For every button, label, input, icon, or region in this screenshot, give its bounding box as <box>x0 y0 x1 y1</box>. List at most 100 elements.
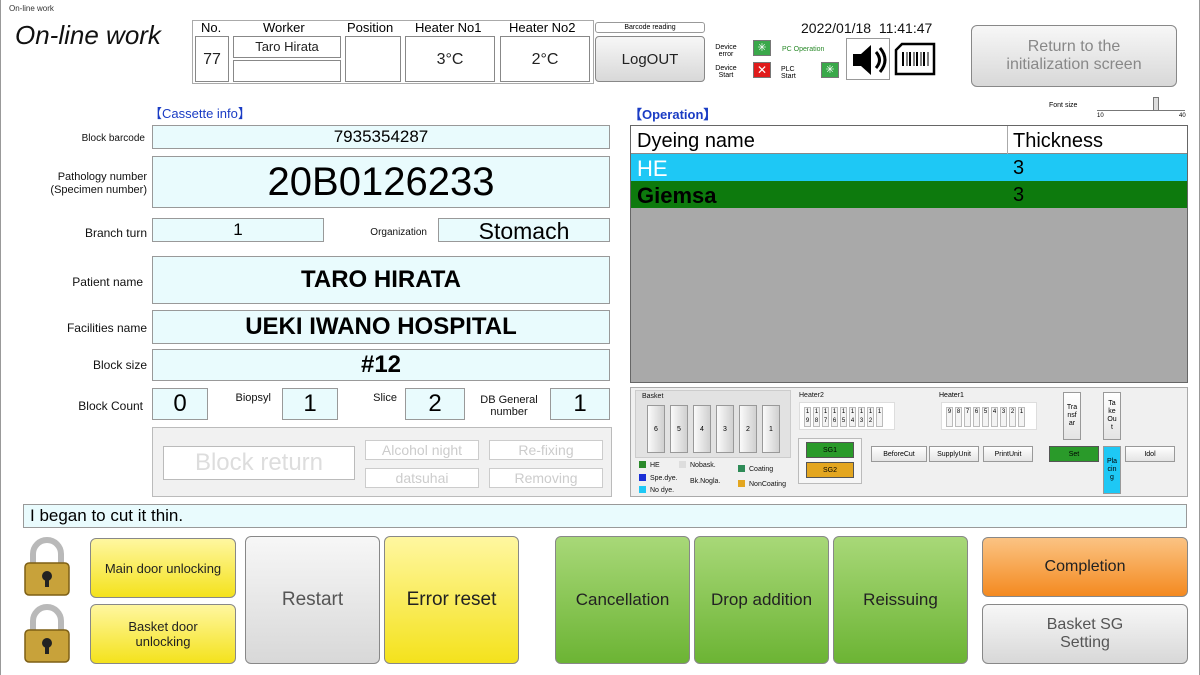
transfer-button[interactable]: Tra nsf ar <box>1063 392 1081 440</box>
heater-slot: 1 <box>1018 407 1025 427</box>
legend-spedye-swatch <box>639 474 646 481</box>
heater-slot: 1 6 <box>831 407 838 427</box>
operation-title: 【Operation】 <box>629 107 717 122</box>
window-title: On-line work <box>9 4 54 13</box>
pathology-label: Pathology number (Specimen number) <box>50 171 147 196</box>
legend-spedye: Spe.dye. <box>650 475 678 482</box>
datetime: 2022/01/18 11:41:47 <box>801 20 933 36</box>
basket-slot: 6 <box>647 405 665 453</box>
barcode-card-icon[interactable] <box>893 38 937 80</box>
facilities-name-field: UEKI IWANO HOSPITAL <box>152 310 610 344</box>
heater2-label: Heater No2 <box>509 20 576 35</box>
heater-slot: 3 <box>1000 407 1007 427</box>
legend-nodye: No dye. <box>650 487 675 494</box>
supply-unit-button[interactable]: SupplyUnit <box>929 446 979 462</box>
heater-slot: 1 <box>876 407 883 427</box>
heater1-area-label: Heater1 <box>939 392 964 399</box>
main-door-unlock-button[interactable]: Main door unlocking <box>90 538 236 598</box>
reissuing-button[interactable]: Reissuing <box>833 536 968 664</box>
legend-nobask: Nobask. <box>690 462 716 469</box>
basket-slot: 4 <box>693 405 711 453</box>
no-value: 77 <box>195 36 229 82</box>
error-reset-button[interactable]: Error reset <box>384 536 519 664</box>
speaker-icon[interactable] <box>846 38 890 80</box>
heater-slot: 1 9 <box>804 407 811 427</box>
heater-slot: 1 5 <box>840 407 847 427</box>
heater-slot: 1 4 <box>849 407 856 427</box>
print-unit-button[interactable]: PrintUnit <box>983 446 1033 462</box>
operation-table: Dyeing name Thickness HE 3 Giemsa 3 <box>630 125 1188 383</box>
alcohol-night-button[interactable]: Alcohol night <box>365 440 479 460</box>
facilities-name-label: Facilities name <box>66 321 147 335</box>
heater-slot: 1 2 <box>867 407 874 427</box>
basket-slot: 1 <box>762 405 780 453</box>
heater-slot: 8 <box>955 407 962 427</box>
heater-slot: 5 <box>982 407 989 427</box>
heater-slot: 1 8 <box>813 407 820 427</box>
worker-field[interactable]: Taro Hirata <box>233 36 341 58</box>
block-size-field: #12 <box>152 349 610 381</box>
dyeing-name-cell: HE <box>637 156 668 181</box>
plc-start-indicator-icon: ✳ <box>821 62 839 78</box>
take-out-button[interactable]: Ta ke Ou t <box>1103 392 1121 440</box>
completion-button[interactable]: Completion <box>982 537 1188 597</box>
block-return-button[interactable]: Block return <box>163 446 355 480</box>
organization-label: Organization <box>370 227 427 238</box>
drop-addition-button[interactable]: Drop addition <box>694 536 829 664</box>
page-title: On-line work <box>15 20 161 50</box>
heater-slot: 7 <box>964 407 971 427</box>
table-row[interactable]: HE 3 <box>631 154 1187 181</box>
legend-noncoating: NonCoating <box>749 481 786 488</box>
legend-nobask-swatch <box>679 461 686 468</box>
sg1-button[interactable]: SG1 <box>806 442 854 458</box>
legend-nodye-swatch <box>639 486 646 493</box>
position-field[interactable] <box>345 36 401 82</box>
basket-door-unlock-button[interactable]: Basket door unlocking <box>90 604 236 664</box>
basket-slot: 2 <box>739 405 757 453</box>
patient-name-field: TARO HIRATA <box>152 256 610 304</box>
worker-label: Worker <box>263 20 305 35</box>
logout-button[interactable]: LogOUT <box>595 36 705 82</box>
pc-operation-label: PC Operation <box>782 46 825 53</box>
placing-button[interactable]: Pla cin g <box>1103 446 1121 494</box>
cancellation-button[interactable]: Cancellation <box>555 536 690 664</box>
biopsyl-label: Biopsyl <box>235 392 271 404</box>
font-size-min: 10 <box>1097 113 1104 119</box>
position-label: Position <box>347 20 394 35</box>
pathology-field: 20B0126233 <box>152 156 610 208</box>
legend-he: HE <box>650 462 660 469</box>
operation-header-row: Dyeing name Thickness <box>631 126 1187 154</box>
before-cut-button[interactable]: BeforeCut <box>871 446 927 462</box>
heater-slot: 9 <box>946 407 953 427</box>
font-size-slider[interactable] <box>1097 101 1185 111</box>
heater1-slots: 987654321 <box>941 402 1037 430</box>
set-button[interactable]: Set <box>1049 446 1099 462</box>
legend-coating: Coating <box>749 466 774 473</box>
thickness-header: Thickness <box>1013 130 1104 152</box>
return-init-button[interactable]: Return to the initialization screen <box>971 25 1177 87</box>
organization-field: Stomach <box>438 218 610 242</box>
padlock-icon <box>21 603 73 665</box>
device-error-indicator-icon: ✳ <box>753 40 771 56</box>
branch-turn-label: Branch turn <box>84 226 147 240</box>
heater-slot: 1 7 <box>822 407 829 427</box>
dyeing-name-header: Dyeing name <box>637 130 755 152</box>
font-size-max: 40 <box>1179 113 1186 119</box>
table-row[interactable]: Giemsa 3 <box>631 181 1187 208</box>
font-size-slider-thumb[interactable] <box>1153 97 1159 111</box>
legend-noncoating-swatch <box>738 480 745 487</box>
block-barcode-label: Block barcode <box>81 133 145 144</box>
sg2-button[interactable]: SG2 <box>806 462 854 478</box>
datsuhai-button[interactable]: datsuhai <box>365 468 479 488</box>
device-error-label: Device error <box>715 44 737 58</box>
worker-field-2[interactable] <box>233 60 341 82</box>
refixing-button[interactable]: Re-fixing <box>489 440 603 460</box>
barcode-reading-indicator: Barcode reading <box>595 22 705 33</box>
removing-button[interactable]: Removing <box>489 468 603 488</box>
cassette-info-title: 【Cassette info】 <box>149 106 251 121</box>
basket-sg-setting-button[interactable]: Basket SG Setting <box>982 604 1188 664</box>
device-start-label: Device Start <box>715 65 737 79</box>
heater2-value: 2°C <box>500 36 590 82</box>
restart-button[interactable]: Restart <box>245 536 380 664</box>
idol-button[interactable]: Idol <box>1125 446 1175 462</box>
